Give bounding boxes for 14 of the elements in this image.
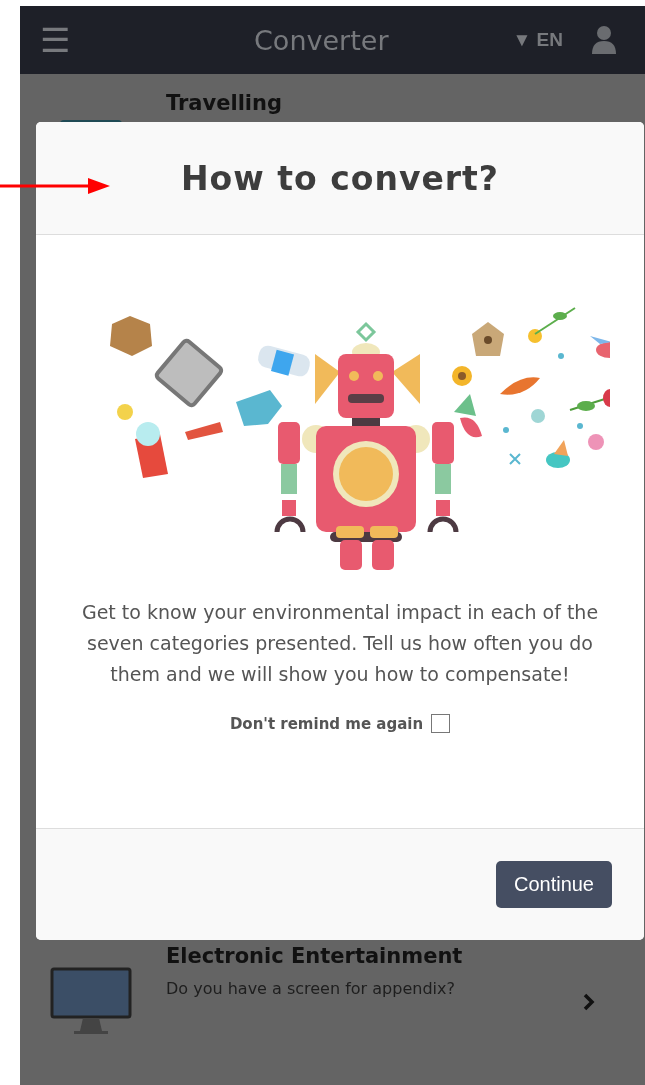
dialog-title: How to convert? bbox=[181, 158, 499, 198]
category-title: Travelling bbox=[166, 90, 284, 116]
language-selector[interactable]: ▼ EN bbox=[512, 29, 563, 51]
dialog-message: Get to know your environmental impact in each of the seven categories presented. Tell us how often you do them and we will show you how to compensate! bbox=[80, 600, 600, 687]
category-title: Electronic Entertainment bbox=[166, 943, 464, 969]
app-title: Converter bbox=[253, 24, 390, 56]
menu-button[interactable]: ☰ bbox=[40, 23, 70, 57]
remind-checkbox[interactable] bbox=[431, 714, 451, 733]
chevron-right-icon[interactable] bbox=[583, 993, 595, 1011]
user-icon[interactable] bbox=[591, 25, 617, 55]
monitor-icon bbox=[50, 967, 132, 1037]
category-subtitle: Do you have a screen for appendix? bbox=[166, 979, 456, 998]
remind-label: Don't remind me again bbox=[229, 714, 424, 733]
continue-button[interactable]: Continue bbox=[495, 861, 612, 908]
